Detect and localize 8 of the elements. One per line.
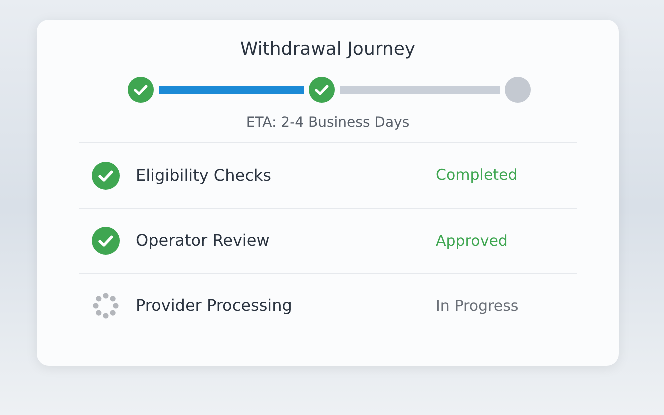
stage-status: Completed — [436, 165, 518, 186]
stage-label: Eligibility Checks — [136, 164, 272, 186]
stage-status: Approved — [436, 230, 508, 252]
eta-text: ETA: 2-4 Business Days — [246, 114, 410, 133]
stage-status: In Progress — [436, 296, 519, 317]
stage-label: Provider Processing — [136, 295, 294, 317]
card-title: Withdrawal Journey — [240, 38, 416, 62]
stage-label: Operator Review — [136, 230, 271, 252]
